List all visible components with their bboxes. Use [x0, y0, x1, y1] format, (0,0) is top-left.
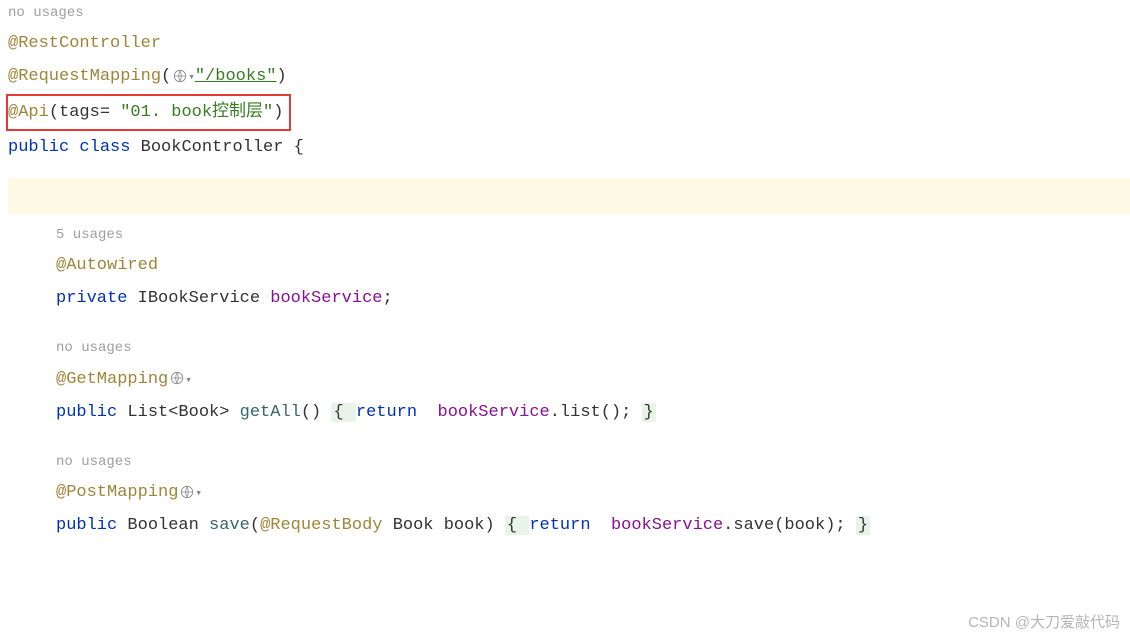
usage-hint: no usages: [8, 449, 1130, 476]
globe-icon[interactable]: [173, 69, 187, 83]
code-line-requestmapping: @RequestMapping(▾"/books"): [8, 60, 1130, 93]
fold-open-brace[interactable]: {: [331, 403, 355, 422]
breakpoint-gutter[interactable]: [0, 0, 4, 643]
red-highlight-box: @Api(tags= "01. book控制层"): [6, 94, 291, 131]
code-line-getall: public List<Book> getAll() { return book…: [8, 396, 1130, 429]
code-line-field: private IBookService bookService;: [8, 282, 1130, 315]
fold-open-brace[interactable]: {: [505, 516, 529, 535]
code-line-getmapping: @GetMapping▾: [8, 363, 1130, 396]
chevron-down-icon[interactable]: ▾: [185, 375, 192, 387]
globe-icon[interactable]: [180, 485, 194, 499]
code-line-postmapping: @PostMapping▾: [8, 476, 1130, 509]
highlighted-line-band: [8, 178, 1130, 214]
chevron-down-icon[interactable]: ▾: [195, 488, 202, 500]
code-line-save: public Boolean save(@RequestBody Book bo…: [8, 509, 1130, 542]
code-editor[interactable]: no usages @RestController @RequestMappin…: [0, 0, 1130, 543]
fold-close-brace[interactable]: }: [856, 516, 870, 535]
globe-icon[interactable]: [170, 371, 184, 385]
watermark-text: CSDN @大刀爱敲代码: [968, 608, 1120, 637]
code-line-restcontroller: @RestController: [8, 27, 1130, 60]
code-line-autowired: @Autowired: [8, 249, 1130, 282]
code-line-class-decl: public class BookController {: [8, 131, 1130, 164]
code-line-api-highlighted: @Api(tags= "01. book控制层"): [8, 94, 1130, 131]
usage-hint: 5 usages: [8, 222, 1130, 249]
chevron-down-icon[interactable]: ▾: [188, 72, 195, 84]
usage-hint: no usages: [8, 335, 1130, 362]
usage-hint: no usages: [8, 0, 1130, 27]
fold-close-brace[interactable]: }: [642, 403, 656, 422]
